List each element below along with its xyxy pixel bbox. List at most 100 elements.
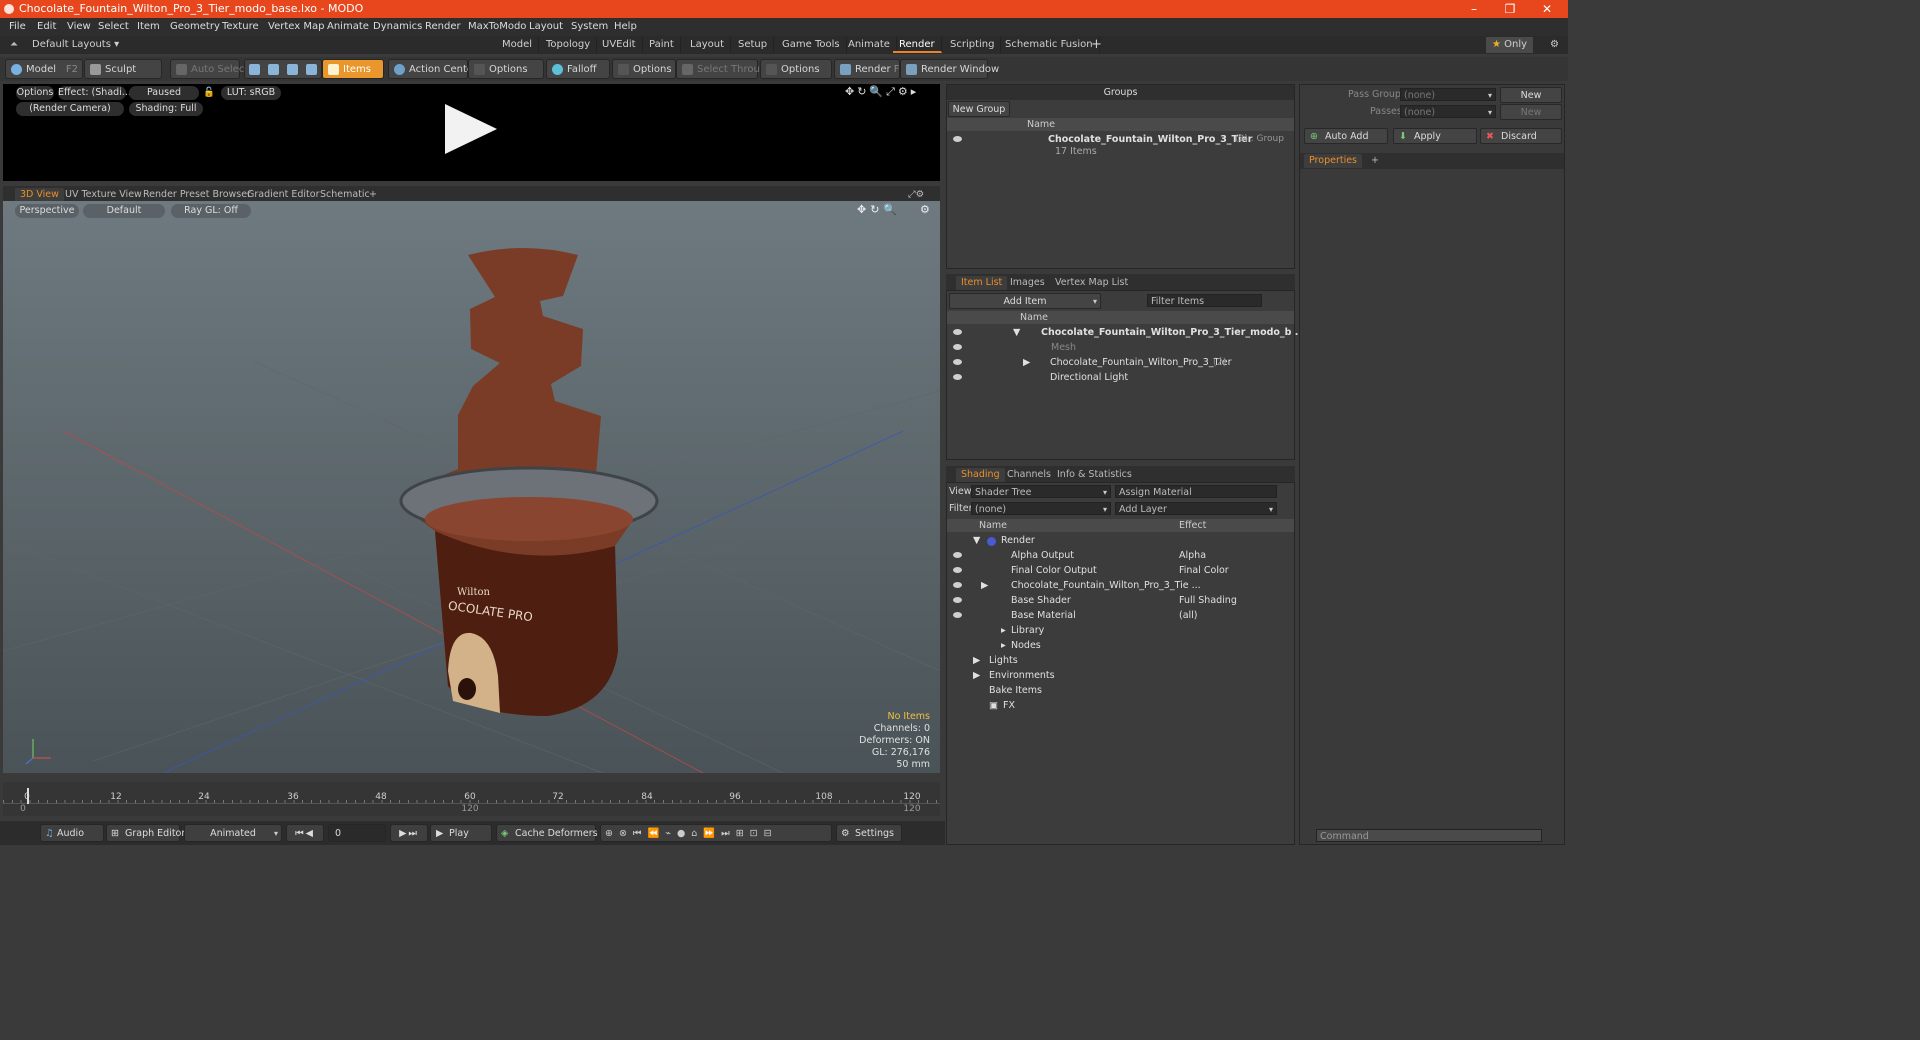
- edges-icon[interactable]: [268, 64, 279, 75]
- new-pass-group-button[interactable]: New: [1500, 87, 1562, 103]
- add-layer-dropdown[interactable]: Add Layer: [1115, 502, 1277, 516]
- add-properties-tab-icon[interactable]: +: [1366, 154, 1384, 168]
- tab-vertex-map-list[interactable]: Vertex Map List: [1050, 276, 1133, 290]
- menu-vertex-map[interactable]: Vertex Map: [268, 21, 324, 32]
- shader-row[interactable]: Final Color Output Final Color: [947, 563, 1294, 578]
- animated-dropdown[interactable]: Animated: [184, 824, 282, 843]
- menu-help[interactable]: Help: [614, 21, 637, 32]
- pass-groups-dropdown[interactable]: (none): [1400, 88, 1496, 102]
- auto-add-button[interactable]: ⊕ Auto Add: [1304, 128, 1388, 144]
- shader-row[interactable]: Bake Items: [947, 683, 1294, 698]
- lut-dropdown[interactable]: LUT: sRGB: [221, 86, 281, 100]
- select-through-button[interactable]: Select Through: [676, 59, 773, 79]
- menu-system[interactable]: System: [571, 21, 608, 32]
- key-controls-group[interactable]: ⊕⊗⏮⏪⌁●⌂⏩⏭⊞⊡⊟: [600, 824, 832, 842]
- passes-dropdown[interactable]: (none): [1400, 105, 1496, 119]
- visibility-eye-icon[interactable]: [953, 344, 962, 350]
- tab-images[interactable]: Images: [1005, 276, 1050, 290]
- shading-dropdown[interactable]: Shading: Full: [129, 102, 203, 116]
- shader-row[interactable]: Alpha Output Alpha: [947, 548, 1294, 563]
- tab-gradient-editor[interactable]: Gradient Editor: [242, 188, 324, 202]
- paused-toggle[interactable]: Paused: [129, 86, 199, 100]
- audio-button[interactable]: ♫ Audio: [40, 824, 104, 842]
- shader-row[interactable]: ▣ FX: [947, 698, 1294, 713]
- lock-icon[interactable]: 🔓: [203, 86, 215, 100]
- graph-editor-button[interactable]: ⊞ Graph Editor: [106, 824, 185, 842]
- visibility-eye-icon[interactable]: [953, 136, 962, 142]
- settings-button[interactable]: ⚙ Settings: [836, 824, 902, 842]
- menu-select[interactable]: Select: [98, 21, 129, 32]
- menu-texture[interactable]: Texture: [222, 21, 259, 32]
- menu-file[interactable]: File: [9, 21, 26, 32]
- visibility-eye-icon[interactable]: [953, 552, 962, 558]
- tab-properties[interactable]: Properties: [1304, 154, 1363, 168]
- tab-info-statistics[interactable]: Info & Statistics: [1052, 468, 1137, 482]
- new-pass-button[interactable]: New: [1500, 104, 1562, 120]
- falloff-button[interactable]: Falloff: [546, 59, 610, 79]
- action-center-button[interactable]: Action Center: [388, 59, 477, 79]
- minimize-icon[interactable]: –: [1464, 1, 1484, 17]
- expand-arrow-icon[interactable]: ▼: [1013, 325, 1020, 340]
- render-window-button[interactable]: Render Window: [900, 59, 999, 79]
- tab-uvedit[interactable]: UVEdit: [596, 37, 643, 53]
- shader-row[interactable]: ▶ Environments: [947, 668, 1294, 683]
- skip-back-controls[interactable]: ⏮◀: [286, 824, 324, 842]
- shader-effect[interactable]: Final Color: [1179, 563, 1229, 578]
- visibility-eye-icon[interactable]: [953, 597, 962, 603]
- add-item-dropdown[interactable]: Add Item: [949, 293, 1101, 310]
- add-layout-tab-icon[interactable]: +: [1085, 37, 1108, 53]
- skip-forward-controls[interactable]: ▶⏭: [390, 824, 428, 842]
- tab-shading[interactable]: Shading: [956, 468, 1005, 482]
- render-preview-controls[interactable]: ✥↻🔍⤢⚙▸: [845, 85, 919, 99]
- visibility-eye-icon[interactable]: [953, 567, 962, 573]
- default-layouts-dropdown[interactable]: Default Layouts ▾: [26, 37, 125, 53]
- tab-scripting[interactable]: Scripting: [944, 37, 1002, 53]
- tab-3d-view[interactable]: 3D View: [15, 188, 64, 202]
- tab-animate[interactable]: Animate: [842, 37, 897, 53]
- expand-arrow-icon[interactable]: ▼: [973, 533, 980, 548]
- cache-deformers-button[interactable]: ◈ Cache Deformers: [496, 824, 598, 842]
- tab-paint[interactable]: Paint: [643, 37, 681, 53]
- tab-render-preset-browser[interactable]: Render Preset Browser: [138, 188, 256, 202]
- chocolate-fountain-model[interactable]: Wilton OCOLATE PRO: [399, 248, 659, 716]
- items-mode-button[interactable]: Items: [322, 59, 384, 79]
- shader-row[interactable]: ▶ Lights: [947, 653, 1294, 668]
- add-view-tab-icon[interactable]: +: [364, 188, 382, 202]
- menu-dynamics[interactable]: Dynamics: [373, 21, 422, 32]
- menu-render[interactable]: Render: [425, 21, 461, 32]
- close-icon[interactable]: ✕: [1537, 1, 1557, 17]
- filter-items-input[interactable]: Filter Items: [1147, 294, 1262, 307]
- shader-effect[interactable]: Full Shading: [1179, 593, 1237, 608]
- command-input[interactable]: Command: [1316, 829, 1542, 842]
- model-mode-button[interactable]: Model F2: [5, 59, 83, 79]
- list-item[interactable]: ▼ Chocolate_Fountain_Wilton_Pro_3_Tier_mo…: [947, 325, 1306, 340]
- filter-dropdown[interactable]: (none): [971, 502, 1111, 516]
- shader-row[interactable]: Base Material (all): [947, 608, 1294, 623]
- list-item[interactable]: Directional Light: [947, 370, 1294, 385]
- render-options-button[interactable]: Options: [16, 86, 54, 100]
- apply-button[interactable]: ⬇ Apply: [1393, 128, 1477, 144]
- expand-icon[interactable]: ⤢⚙: [903, 188, 929, 202]
- 3d-viewport[interactable]: Perspective Default Ray GL: Off ✥↻🔍 ⚙ Wi…: [3, 201, 940, 773]
- visibility-eye-icon[interactable]: [953, 612, 962, 618]
- menu-item[interactable]: Item: [137, 21, 160, 32]
- tab-channels[interactable]: Channels: [1002, 468, 1056, 482]
- tab-model[interactable]: Model: [496, 37, 540, 53]
- select-through-options-button[interactable]: Options: [760, 59, 832, 79]
- tab-uv-texture-view[interactable]: UV Texture View: [60, 188, 147, 202]
- shader-row[interactable]: ▼ Render: [947, 533, 1294, 548]
- playhead[interactable]: [27, 788, 29, 804]
- layout-collapse-icon[interactable]: ⏶: [4, 37, 24, 53]
- play-render-icon[interactable]: [445, 104, 497, 154]
- timeline[interactable]: 0 12 24 36 48 60 72 84 96 108 120 0 120 …: [3, 782, 940, 816]
- visibility-eye-icon[interactable]: [953, 582, 962, 588]
- sculpt-mode-button[interactable]: Sculpt: [84, 59, 162, 79]
- shader-effect[interactable]: Alpha: [1179, 548, 1206, 563]
- menu-layout[interactable]: Layout: [529, 21, 563, 32]
- expand-arrow-icon[interactable]: ▶: [973, 668, 980, 683]
- materials-icon[interactable]: [306, 64, 317, 75]
- shader-row[interactable]: ▸ Nodes: [947, 638, 1294, 653]
- menu-edit[interactable]: Edit: [37, 21, 56, 32]
- expand-arrow-icon[interactable]: ▶: [1023, 355, 1030, 370]
- tab-setup[interactable]: Setup: [732, 37, 775, 53]
